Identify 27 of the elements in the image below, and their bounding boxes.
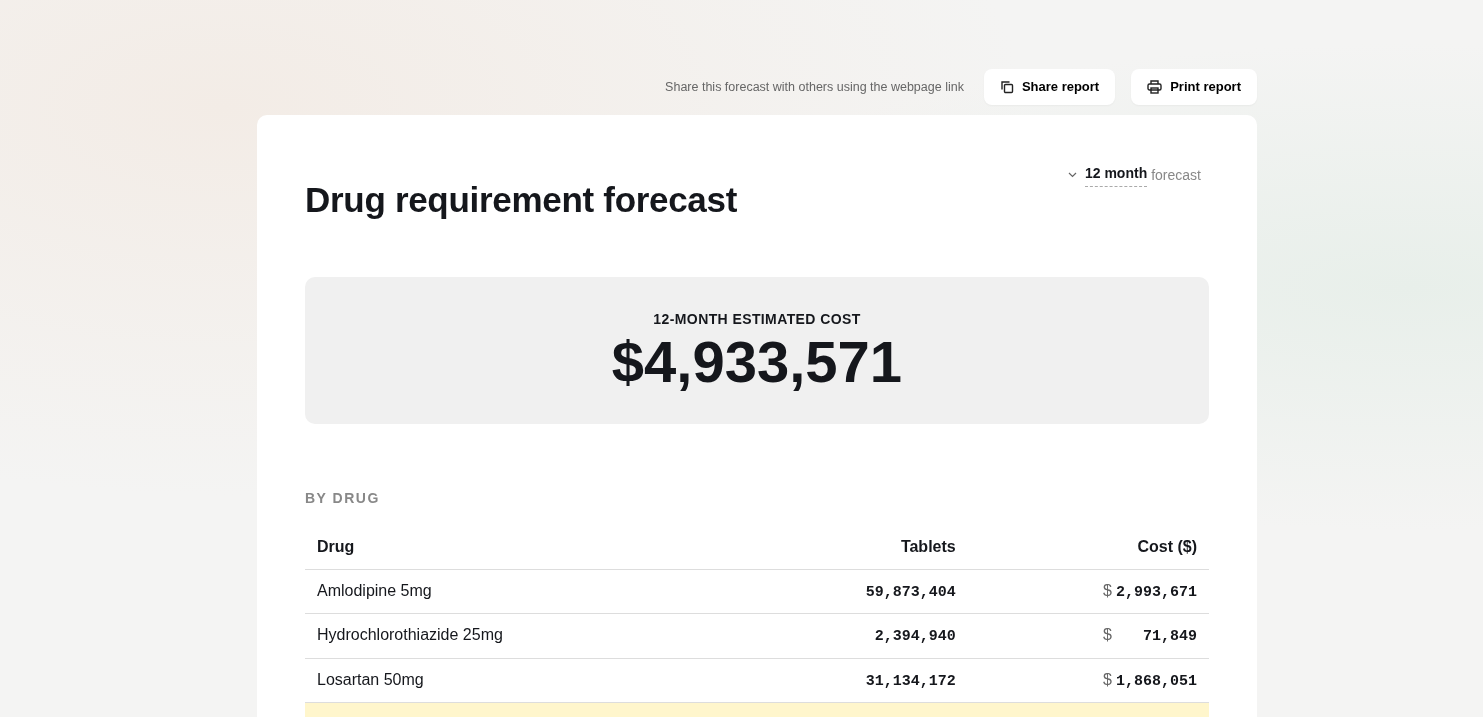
table-cell: Losartan 50mg [305, 658, 735, 703]
column-header: Drug [305, 524, 735, 570]
printer-icon [1147, 80, 1163, 94]
cost-value: 71,849 [1142, 627, 1197, 648]
currency-symbol: $ [1103, 581, 1112, 599]
currency-symbol: $ [1103, 626, 1112, 644]
table-cell: Amlodipine 5mg [305, 569, 735, 614]
summary-label: 12-MONTH ESTIMATED COST [652, 310, 862, 329]
table-cell: Hydrochlorothiazide 25mg [305, 613, 735, 659]
cost-value: 1,868,051 [1116, 671, 1197, 692]
column-header: Cost ($) [967, 524, 1209, 570]
share-button[interactable]: Share report [983, 69, 1116, 105]
currency-symbol: $ [1103, 670, 1112, 688]
report-title: Drug requirement forecast [305, 179, 738, 221]
table-cell: 2,394,940 [734, 613, 968, 659]
column-header: Tablets [734, 524, 968, 570]
chevron-down-icon [1067, 172, 1077, 178]
print-button[interactable]: Print report [1131, 69, 1257, 105]
table-cell: 31,134,172 [734, 658, 968, 703]
section-label: BY DRUG [305, 488, 381, 508]
share-hint: Share this forecast with others using the webpage link [665, 78, 964, 96]
copy-icon [999, 80, 1014, 94]
cost-value: 2,993,671 [1116, 582, 1197, 603]
summary-value: $4,933,571 [610, 330, 904, 394]
period-suffix: forecast [1151, 165, 1201, 185]
period-dropdown[interactable]: 12 month [1084, 163, 1148, 187]
table-cell: 59,873,404 [734, 569, 968, 614]
